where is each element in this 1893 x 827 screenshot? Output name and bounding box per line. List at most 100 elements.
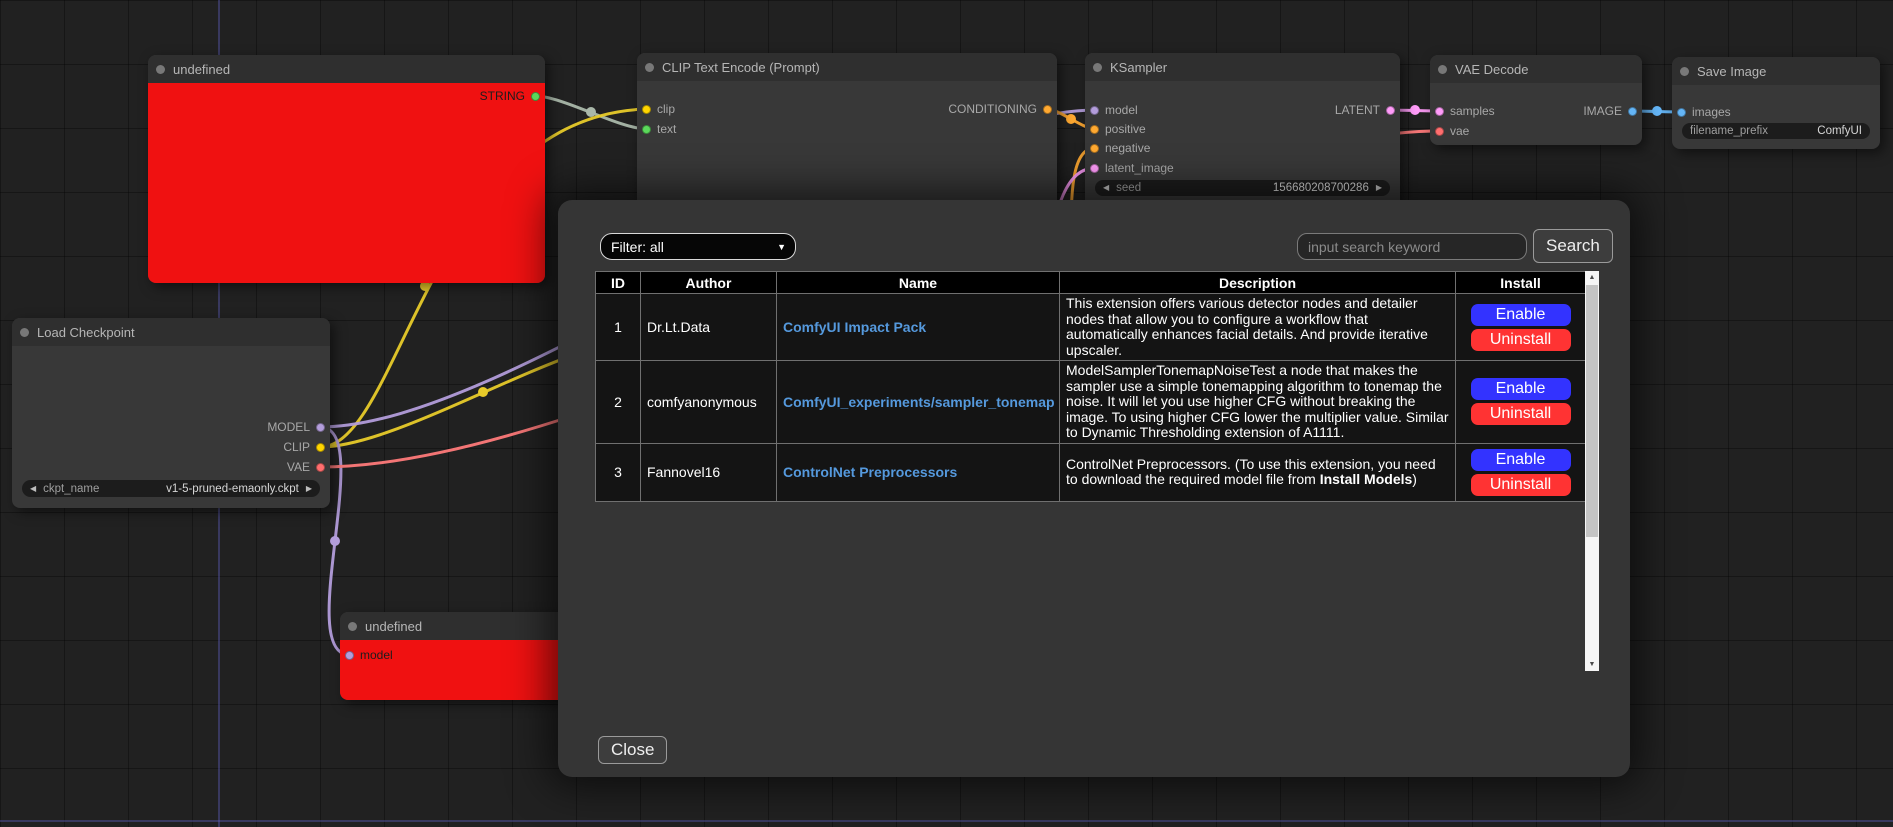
- input-slot-model[interactable]: model: [345, 647, 393, 663]
- ckpt-name-widget[interactable]: ◀ ckpt_name v1-5-pruned-emaonly.ckpt ▶: [22, 480, 320, 497]
- cell-author: comfyanonymous: [641, 361, 777, 444]
- extensions-table: ID Author Name Description Install 1 Dr.…: [595, 271, 1586, 502]
- slot-dot[interactable]: [531, 92, 540, 101]
- node-vae-decode[interactable]: VAE Decode samples vae IMAGE: [1430, 55, 1642, 145]
- cell-name: ControlNet Preprocessors: [777, 443, 1060, 501]
- node-title: VAE Decode: [1455, 62, 1528, 77]
- input-slot-latent-image[interactable]: latent_image: [1090, 160, 1174, 176]
- slot-dot[interactable]: [316, 463, 325, 472]
- input-slot-vae[interactable]: vae: [1435, 123, 1469, 139]
- widget-value: v1-5-pruned-emaonly.ckpt: [166, 483, 299, 495]
- output-slot-clip[interactable]: CLIP: [283, 439, 325, 455]
- prev-arrow-icon[interactable]: ◀: [30, 481, 36, 497]
- search-input[interactable]: [1297, 233, 1527, 260]
- slot-dot[interactable]: [642, 125, 651, 134]
- node-undefined-bottom[interactable]: undefined model: [340, 612, 568, 700]
- output-slot-latent[interactable]: LATENT: [1335, 102, 1395, 118]
- cell-description: ControlNet Preprocessors. (To use this e…: [1060, 443, 1456, 501]
- cell-id: 2: [596, 361, 641, 444]
- node-canvas[interactable]: undefined STRING CLIP Text Encode (Promp…: [0, 0, 1893, 827]
- scrollbar[interactable]: ▲ ▼: [1585, 271, 1599, 671]
- close-button[interactable]: Close: [598, 736, 667, 764]
- node-clip-text-encode[interactable]: CLIP Text Encode (Prompt) clip text COND…: [637, 53, 1057, 213]
- node-load-checkpoint[interactable]: Load Checkpoint MODEL CLIP VAE ◀ ckpt_na…: [12, 318, 330, 508]
- search-button[interactable]: Search: [1533, 229, 1613, 263]
- node-titlebar[interactable]: Load Checkpoint: [12, 318, 330, 346]
- header-id: ID: [596, 272, 641, 294]
- extensions-table-wrap: ID Author Name Description Install 1 Dr.…: [595, 271, 1599, 671]
- increment-arrow-icon[interactable]: ▶: [1376, 180, 1382, 196]
- wire-dot: [330, 536, 340, 546]
- enable-button[interactable]: Enable: [1471, 378, 1571, 400]
- slot-dot[interactable]: [642, 105, 651, 114]
- node-titlebar[interactable]: CLIP Text Encode (Prompt): [637, 53, 1057, 81]
- node-title: undefined: [365, 619, 422, 634]
- output-slot-conditioning[interactable]: CONDITIONING: [948, 101, 1052, 117]
- slot-dot[interactable]: [1435, 127, 1444, 136]
- table-row: 3 Fannovel16 ControlNet Preprocessors Co…: [596, 443, 1586, 501]
- output-slot-image[interactable]: IMAGE: [1583, 103, 1637, 119]
- collapse-dot-icon[interactable]: [1438, 65, 1447, 74]
- decrement-arrow-icon[interactable]: ◀: [1103, 180, 1109, 196]
- input-slot-negative[interactable]: negative: [1090, 140, 1150, 156]
- widget-name: seed: [1116, 182, 1141, 194]
- output-slot-model[interactable]: MODEL: [267, 419, 325, 435]
- node-ksampler[interactable]: KSampler model positive negative latent_…: [1085, 53, 1400, 213]
- widget-name: filename_prefix: [1690, 125, 1768, 137]
- slot-dot[interactable]: [1677, 108, 1686, 117]
- uninstall-button[interactable]: Uninstall: [1471, 329, 1571, 351]
- extension-link[interactable]: ControlNet Preprocessors: [783, 464, 957, 480]
- collapse-dot-icon[interactable]: [1093, 63, 1102, 72]
- collapse-dot-icon[interactable]: [1680, 67, 1689, 76]
- node-undefined-top[interactable]: undefined STRING: [148, 55, 545, 283]
- input-slot-model[interactable]: model: [1090, 102, 1138, 118]
- slot-dot[interactable]: [345, 651, 354, 660]
- slot-dot[interactable]: [1435, 107, 1444, 116]
- output-slot-vae[interactable]: VAE: [287, 459, 325, 475]
- slot-dot[interactable]: [1090, 106, 1099, 115]
- seed-widget[interactable]: ◀ seed 156680208700286 ▶: [1095, 180, 1390, 196]
- node-titlebar[interactable]: undefined: [340, 612, 568, 640]
- input-slot-clip[interactable]: clip: [642, 101, 675, 117]
- slot-dot[interactable]: [316, 443, 325, 452]
- filter-select[interactable]: Filter: all: [600, 233, 796, 260]
- node-titlebar[interactable]: VAE Decode: [1430, 55, 1642, 83]
- slot-dot[interactable]: [1628, 107, 1637, 116]
- input-slot-samples[interactable]: samples: [1435, 103, 1495, 119]
- scrollbar-thumb[interactable]: [1586, 285, 1598, 537]
- extension-link[interactable]: ComfyUI Impact Pack: [783, 319, 926, 335]
- input-slot-positive[interactable]: positive: [1090, 121, 1146, 137]
- filename-prefix-widget[interactable]: filename_prefix ComfyUI: [1682, 123, 1870, 139]
- node-save-image[interactable]: Save Image images filename_prefix ComfyU…: [1672, 57, 1880, 149]
- scroll-up-icon[interactable]: ▲: [1585, 271, 1599, 284]
- uninstall-button[interactable]: Uninstall: [1471, 474, 1571, 496]
- extension-link[interactable]: ComfyUI_experiments/sampler_tonemap: [783, 394, 1055, 410]
- widget-value: 156680208700286: [1273, 182, 1369, 194]
- cell-install: Enable Uninstall: [1456, 443, 1586, 501]
- header-description: Description: [1060, 272, 1456, 294]
- next-arrow-icon[interactable]: ▶: [306, 481, 312, 497]
- collapse-dot-icon[interactable]: [156, 65, 165, 74]
- enable-button[interactable]: Enable: [1471, 304, 1571, 326]
- node-titlebar[interactable]: KSampler: [1085, 53, 1400, 81]
- cell-name: ComfyUI_experiments/sampler_tonemap: [777, 361, 1060, 444]
- collapse-dot-icon[interactable]: [645, 63, 654, 72]
- enable-button[interactable]: Enable: [1471, 449, 1571, 471]
- uninstall-button[interactable]: Uninstall: [1471, 403, 1571, 425]
- slot-dot[interactable]: [1090, 125, 1099, 134]
- cell-description: ModelSamplerTonemapNoiseTest a node that…: [1060, 361, 1456, 444]
- slot-dot[interactable]: [1386, 106, 1395, 115]
- input-slot-text[interactable]: text: [642, 121, 676, 137]
- node-titlebar[interactable]: undefined: [148, 55, 545, 83]
- scroll-down-icon[interactable]: ▼: [1585, 658, 1599, 671]
- input-slot-images[interactable]: images: [1677, 104, 1731, 120]
- slot-dot[interactable]: [1090, 144, 1099, 153]
- output-slot-string[interactable]: STRING: [480, 88, 540, 104]
- collapse-dot-icon[interactable]: [348, 622, 357, 631]
- slot-dot[interactable]: [1090, 164, 1099, 173]
- slot-dot[interactable]: [316, 423, 325, 432]
- extension-manager-dialog: Filter: all ▼ Search ID Author Name Desc…: [558, 200, 1630, 777]
- node-titlebar[interactable]: Save Image: [1672, 57, 1880, 85]
- collapse-dot-icon[interactable]: [20, 328, 29, 337]
- slot-dot[interactable]: [1043, 105, 1052, 114]
